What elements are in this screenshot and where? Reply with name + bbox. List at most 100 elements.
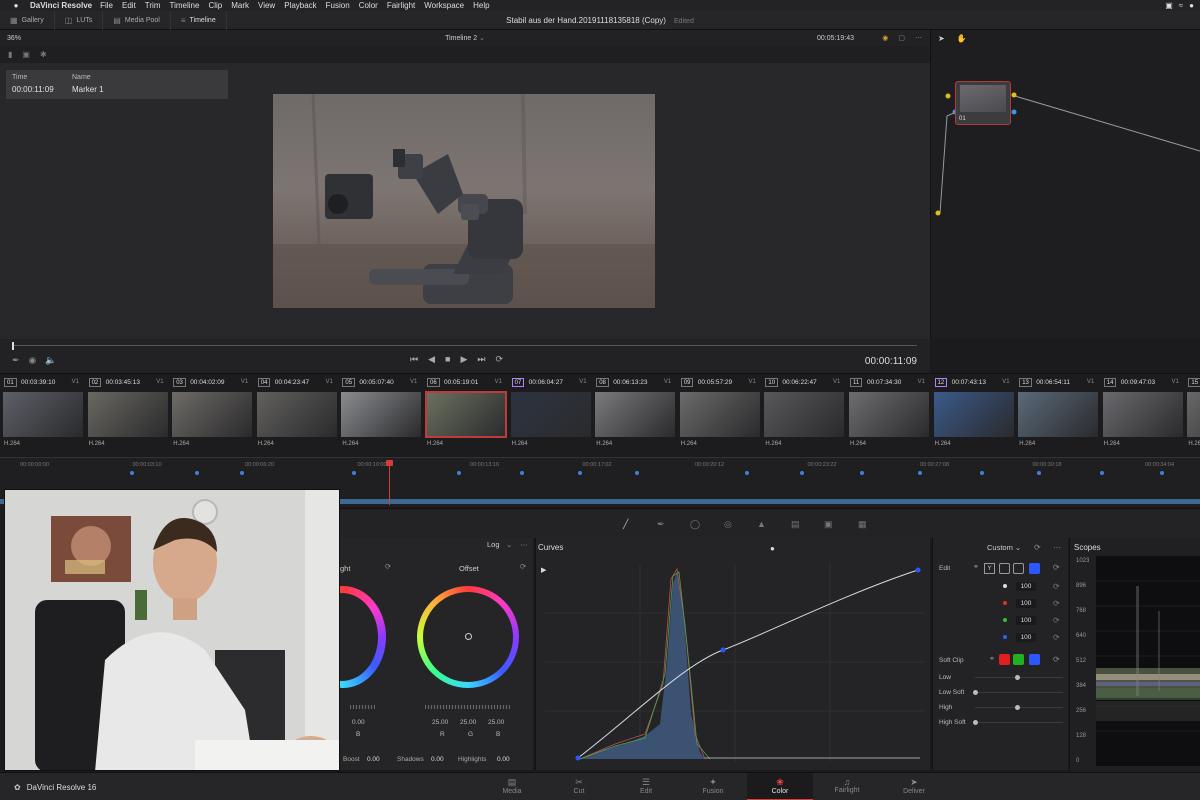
y-reset-icon[interactable]: ⟳ — [1053, 582, 1060, 591]
timeline-marker[interactable] — [457, 471, 461, 475]
menu-item-view[interactable]: View — [258, 1, 275, 10]
wheels-mode[interactable]: Log — [487, 540, 500, 549]
clip-thumbnail-item[interactable]: 05 00:05:07:40 V1 H.264 — [338, 374, 423, 455]
wipe-icon[interactable]: ▮ — [8, 50, 12, 59]
clip-thumbnail-item[interactable]: 07 00:06:04:27 V1 H.264 — [508, 374, 593, 455]
highlight-b-value[interactable]: 0.00 — [352, 719, 365, 726]
clip-thumbnail[interactable] — [172, 392, 253, 437]
display-icon[interactable]: ▣ — [1165, 1, 1173, 10]
edit-reset-icon[interactable]: ⟳ — [1053, 563, 1060, 572]
timeline-marker[interactable] — [860, 471, 864, 475]
menu-item-workspace[interactable]: Workspace — [424, 1, 464, 10]
link-icon[interactable]: ⚭ — [973, 563, 979, 571]
scrub-playhead[interactable] — [12, 342, 14, 350]
blur-icon[interactable]: ▲ — [757, 519, 766, 529]
timeline-marker[interactable] — [352, 471, 356, 475]
b-channel-button[interactable] — [1029, 563, 1040, 574]
timeline-marker[interactable] — [1160, 471, 1164, 475]
timeline-marker[interactable] — [240, 471, 244, 475]
3d-icon[interactable]: ▦ — [858, 519, 867, 530]
low-soft-knob[interactable] — [973, 690, 978, 695]
tracker-icon[interactable]: ◎ — [724, 519, 732, 530]
timeline-marker[interactable] — [578, 471, 582, 475]
menu-item-timeline[interactable]: Timeline — [170, 1, 200, 10]
b-reset-icon[interactable]: ⟳ — [1053, 633, 1060, 642]
tab-deliver[interactable]: ➤ Deliver — [881, 773, 947, 800]
curves-tool-icon[interactable]: ╱ — [623, 519, 628, 530]
menu-item-fusion[interactable]: Fusion — [326, 1, 350, 10]
high-soft-slider[interactable] — [975, 722, 1063, 723]
tab-fusion[interactable]: ✦ Fusion — [680, 773, 746, 800]
r-value[interactable]: 100 — [1016, 599, 1036, 608]
menu-item-edit[interactable]: Edit — [122, 1, 136, 10]
eyedropper-icon[interactable]: ✒ — [12, 355, 20, 366]
low-soft-slider[interactable] — [975, 692, 1063, 693]
gallery-button[interactable]: ▦ Gallery — [0, 10, 55, 30]
curves-menu-icon[interactable]: ⋯ — [1053, 543, 1061, 552]
clip-thumbnail-item[interactable]: 12 00:07:43:13 V1 H.264 — [931, 374, 1016, 455]
clip-thumbnail[interactable] — [595, 392, 676, 437]
apple-menu-icon[interactable]: ● — [1189, 1, 1194, 10]
clip-thumbnail[interactable] — [510, 392, 591, 437]
reverse-icon[interactable]: ◀ — [428, 354, 435, 365]
clip-thumbnail[interactable] — [849, 392, 929, 437]
clip-thumbnail-item[interactable]: 03 00:04:02:09 V1 H.264 — [169, 374, 254, 455]
offset-r-value[interactable]: 25.00 — [432, 719, 448, 726]
waveform-scope[interactable] — [1096, 556, 1200, 766]
timeline-marker[interactable] — [130, 471, 134, 475]
timeline-marker[interactable] — [1100, 471, 1104, 475]
y-channel-button[interactable]: Y — [984, 563, 995, 574]
offset-reset-icon[interactable]: ⟳ — [520, 562, 526, 571]
curves-mode-selector[interactable]: Custom ⌄ — [987, 543, 1021, 552]
window-icon[interactable]: ◯ — [690, 519, 700, 530]
clip-thumbnail-item[interactable]: 11 00:07:34:30 V1 H.264 — [846, 374, 931, 455]
soft-clip-reset-icon[interactable]: ⟳ — [1053, 655, 1060, 664]
soft-clip-g-button[interactable] — [1013, 654, 1024, 665]
clip-thumbnail-item[interactable]: 06 00:05:19:01 V1 H.264 — [423, 374, 508, 455]
tab-media[interactable]: ▤ Media — [479, 773, 545, 800]
clip-thumbnail-item[interactable]: 09 00:05:57:29 V1 H.264 — [677, 374, 762, 455]
more-icon[interactable]: ⋯ — [915, 34, 922, 42]
menu-item-file[interactable]: File — [100, 1, 113, 10]
clip-thumbnail-item[interactable]: 10 00:06:22:47 V1 H.264 — [761, 374, 846, 455]
volume-icon[interactable]: 🔈 — [45, 355, 56, 366]
highlight-master-slider[interactable] — [350, 705, 375, 709]
clip-thumbnail[interactable] — [256, 392, 337, 437]
timeline-marker[interactable] — [520, 471, 524, 475]
timeline-marker[interactable] — [980, 471, 984, 475]
clip-thumbnail-item[interactable]: 01 00:03:39:10 V1 H.264 — [0, 374, 85, 455]
clip-thumbnail-item[interactable]: 15 H.264 — [1184, 374, 1200, 455]
clip-thumbnail[interactable] — [933, 392, 1014, 437]
luts-button[interactable]: ◫ LUTs — [55, 10, 104, 30]
timeline-selector[interactable]: Timeline 2 ⌄ — [0, 34, 930, 42]
wheels-mode-chevron-icon[interactable]: ⌄ — [506, 540, 512, 549]
sizing-icon[interactable]: ▣ — [824, 519, 833, 530]
timeline-marker[interactable] — [918, 471, 922, 475]
curves-reset-icon[interactable]: ⟳ — [1034, 543, 1041, 552]
apple-icon[interactable]: ● — [10, 1, 22, 10]
timeline-marker[interactable] — [635, 471, 639, 475]
timeline-marker[interactable] — [745, 471, 749, 475]
soft-clip-b-button[interactable] — [1029, 654, 1040, 665]
menu-app-name[interactable]: DaVinci Resolve — [30, 1, 92, 10]
shadows-value[interactable]: 0.00 — [431, 756, 444, 763]
y-value[interactable]: 100 — [1016, 582, 1036, 591]
menu-item-help[interactable]: Help — [473, 1, 489, 10]
clip-thumbnail[interactable] — [87, 392, 168, 437]
highlight-reset-icon[interactable]: ⟳ — [385, 562, 391, 571]
soft-clip-link-icon[interactable]: ⚭ — [989, 655, 995, 663]
menu-item-trim[interactable]: Trim — [145, 1, 161, 10]
menu-item-mark[interactable]: Mark — [231, 1, 249, 10]
offset-master-slider[interactable] — [425, 705, 510, 709]
clip-thumbnail-item[interactable]: 14 00:09:47:03 V1 H.264 — [1100, 374, 1185, 455]
tab-fairlight[interactable]: ♫ Fairlight — [814, 773, 880, 800]
pin-icon[interactable]: ◉ — [29, 355, 37, 366]
clip-thumbnail[interactable] — [425, 391, 507, 438]
high-knob[interactable] — [1015, 705, 1020, 710]
clip-thumbnail[interactable] — [3, 392, 83, 437]
last-frame-icon[interactable]: ⏭ — [477, 354, 485, 365]
highlight-icon[interactable]: ✱ — [40, 50, 47, 59]
timeline-marker[interactable] — [195, 471, 199, 475]
menu-item-color[interactable]: Color — [359, 1, 378, 10]
timeline-button[interactable]: ≡ Timeline — [171, 10, 227, 30]
